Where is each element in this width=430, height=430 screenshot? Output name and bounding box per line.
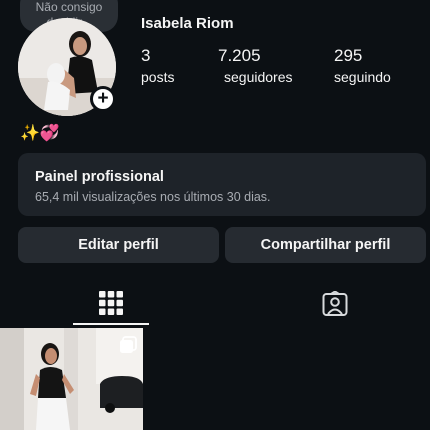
tab-posts-grid[interactable] <box>73 285 149 325</box>
followers-count: 7.205 <box>218 46 261 65</box>
posts-count: 3 <box>141 46 151 65</box>
stat-following[interactable]: 295 seguindo <box>334 46 391 85</box>
tagged-person-icon <box>322 291 348 316</box>
stat-followers[interactable]: 7.205 seguidores <box>218 46 293 85</box>
profile-bio: ✨💞 <box>20 125 60 142</box>
stat-posts[interactable]: 3 posts <box>141 46 174 85</box>
followers-label: seguidores <box>224 69 293 85</box>
add-story-button[interactable]: + <box>90 86 116 112</box>
following-count: 295 <box>334 46 363 65</box>
profile-name: Isabela Riom <box>141 15 234 32</box>
edit-profile-button[interactable]: Editar perfil <box>18 227 219 263</box>
carousel-icon <box>120 336 137 353</box>
professional-dashboard-panel[interactable]: Painel profissional 65,4 mil visualizaçõ… <box>18 153 426 216</box>
note-text-line1: Não consigo <box>35 0 103 14</box>
grid-icon <box>99 291 123 315</box>
posts-label: posts <box>141 69 175 85</box>
following-label: seguindo <box>334 69 391 85</box>
tab-tagged[interactable] <box>296 285 372 325</box>
plus-icon: + <box>97 88 109 109</box>
panel-subtitle: 65,4 mil visualizações nos últimos 30 di… <box>35 190 271 204</box>
panel-title: Painel profissional <box>35 169 164 185</box>
share-profile-button[interactable]: Compartilhar perfil <box>225 227 426 263</box>
